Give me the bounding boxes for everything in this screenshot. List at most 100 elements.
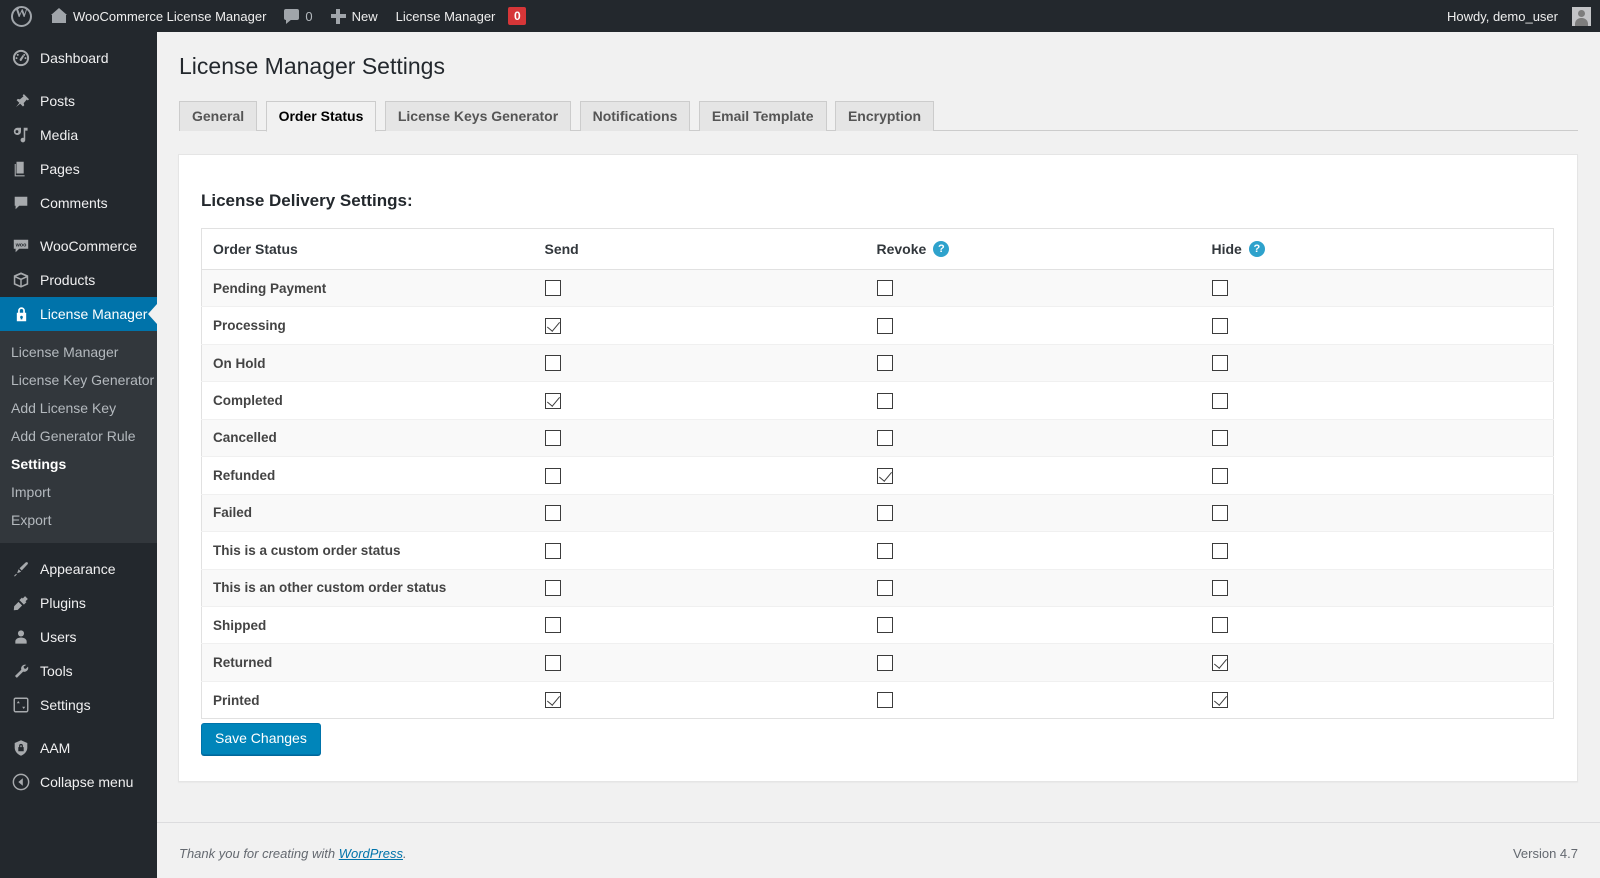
tools-wrench-icon bbox=[11, 662, 31, 680]
pages-icon bbox=[11, 160, 31, 178]
wordpress-logo-menu[interactable] bbox=[0, 0, 42, 32]
sidebar-item-plugins[interactable]: Plugins bbox=[0, 586, 157, 620]
hide-checkbox[interactable] bbox=[1211, 579, 1228, 596]
tab-general[interactable]: General bbox=[179, 100, 258, 131]
sidebar-item-dashboard[interactable]: Dashboard bbox=[0, 41, 157, 75]
table-row: Completed bbox=[201, 381, 1554, 420]
site-name-menu[interactable]: WooCommerce License Manager bbox=[42, 0, 275, 32]
revoke-checkbox[interactable] bbox=[876, 467, 893, 484]
tab-license-keys-generator[interactable]: License Keys Generator bbox=[384, 100, 572, 131]
table-row: This is a custom order status bbox=[201, 531, 1554, 569]
footer-thanks-prefix: Thank you for creating with bbox=[179, 846, 339, 861]
hide-cell bbox=[1200, 680, 1554, 719]
hide-checkbox[interactable] bbox=[1211, 317, 1228, 334]
revoke-checkbox[interactable] bbox=[876, 505, 893, 522]
revoke-checkbox[interactable] bbox=[876, 317, 893, 334]
send-checkbox[interactable] bbox=[544, 654, 561, 671]
sidebar-item-label: AAM bbox=[40, 739, 71, 756]
send-checkbox[interactable] bbox=[544, 617, 561, 634]
table-header-row: Order Status Send Revoke ? Hide ? bbox=[201, 228, 1554, 270]
plugins-plug-icon bbox=[11, 594, 31, 612]
submenu-item-import[interactable]: Import bbox=[0, 478, 157, 506]
revoke-checkbox[interactable] bbox=[876, 355, 893, 372]
hide-checkbox[interactable] bbox=[1211, 654, 1228, 671]
hide-checkbox[interactable] bbox=[1211, 280, 1228, 297]
send-checkbox[interactable] bbox=[544, 392, 561, 409]
sidebar-item-license-manager[interactable]: License Manager bbox=[0, 297, 157, 331]
sidebar-item-tools[interactable]: Tools bbox=[0, 654, 157, 688]
menu-separator-3 bbox=[0, 543, 157, 552]
revoke-checkbox[interactable] bbox=[876, 617, 893, 634]
menu-spacer-top bbox=[0, 32, 157, 41]
send-cell bbox=[533, 418, 866, 457]
sidebar-item-users[interactable]: Users bbox=[0, 620, 157, 654]
submenu-item-license-key-generator[interactable]: License Key Generator bbox=[0, 366, 157, 394]
new-content-menu[interactable]: New bbox=[322, 0, 387, 32]
sidebar-item-comments[interactable]: Comments bbox=[0, 186, 157, 220]
sidebar-item-products[interactable]: Products bbox=[0, 263, 157, 297]
hide-checkbox[interactable] bbox=[1211, 355, 1228, 372]
tab-email-template[interactable]: Email Template bbox=[698, 100, 827, 131]
send-checkbox[interactable] bbox=[544, 355, 561, 372]
tab-notifications[interactable]: Notifications bbox=[579, 100, 691, 131]
sidebar-item-woocommerce[interactable]: woo WooCommerce bbox=[0, 229, 157, 263]
hide-checkbox[interactable] bbox=[1211, 692, 1228, 709]
sidebar-item-media[interactable]: Media bbox=[0, 118, 157, 152]
submenu-item-license-manager[interactable]: License Manager bbox=[0, 338, 157, 366]
my-account-menu[interactable]: Howdy, demo_user bbox=[1438, 0, 1600, 32]
admin-bar: WooCommerce License Manager 0 New Licens… bbox=[0, 0, 1600, 32]
hide-checkbox[interactable] bbox=[1211, 430, 1228, 447]
comments-bubble-menu[interactable]: 0 bbox=[275, 0, 321, 32]
send-checkbox[interactable] bbox=[544, 542, 561, 559]
order-status-cell: Pending Payment bbox=[201, 268, 534, 307]
hide-checkbox[interactable] bbox=[1211, 467, 1228, 484]
revoke-checkbox[interactable] bbox=[876, 430, 893, 447]
revoke-checkbox[interactable] bbox=[876, 654, 893, 671]
send-checkbox[interactable] bbox=[544, 505, 561, 522]
hide-cell bbox=[1200, 605, 1554, 644]
hide-checkbox[interactable] bbox=[1211, 542, 1228, 559]
tab-order-status[interactable]: Order Status bbox=[265, 100, 377, 132]
hide-cell bbox=[1200, 531, 1554, 569]
footer-thanks: Thank you for creating with WordPress. bbox=[179, 846, 407, 861]
revoke-checkbox[interactable] bbox=[876, 542, 893, 559]
send-checkbox[interactable] bbox=[544, 280, 561, 297]
license-manager-adminbar-menu[interactable]: License Manager 0 bbox=[387, 0, 536, 32]
save-changes-button[interactable]: Save Changes bbox=[201, 723, 321, 755]
sidebar-item-aam[interactable]: AAM bbox=[0, 731, 157, 765]
send-checkbox[interactable] bbox=[544, 692, 561, 709]
hide-checkbox[interactable] bbox=[1211, 505, 1228, 522]
table-row: Pending Payment bbox=[201, 268, 1554, 307]
sidebar-item-posts[interactable]: Posts bbox=[0, 84, 157, 118]
submenu-item-export[interactable]: Export bbox=[0, 506, 157, 534]
hide-help-icon[interactable]: ? bbox=[1248, 241, 1265, 257]
send-checkbox[interactable] bbox=[544, 467, 561, 484]
send-checkbox[interactable] bbox=[544, 579, 561, 596]
submenu-item-add-generator-rule[interactable]: Add Generator Rule bbox=[0, 422, 157, 450]
send-checkbox[interactable] bbox=[544, 317, 561, 334]
hide-checkbox[interactable] bbox=[1211, 392, 1228, 409]
submenu-item-settings[interactable]: Settings bbox=[0, 450, 157, 478]
collapse-arrow-icon bbox=[11, 773, 31, 791]
hide-checkbox[interactable] bbox=[1211, 617, 1228, 634]
tab-encryption[interactable]: Encryption bbox=[834, 100, 935, 131]
submenu-item-add-license-key[interactable]: Add License Key bbox=[0, 394, 157, 422]
sidebar-item-appearance[interactable]: Appearance bbox=[0, 552, 157, 586]
sidebar-item-pages[interactable]: Pages bbox=[0, 152, 157, 186]
collapse-menu-button[interactable]: Collapse menu bbox=[0, 765, 157, 799]
wordpress-link[interactable]: WordPress bbox=[339, 846, 403, 861]
sidebar-item-settings[interactable]: Settings bbox=[0, 688, 157, 722]
table-row: Failed bbox=[201, 493, 1554, 532]
revoke-checkbox[interactable] bbox=[876, 692, 893, 709]
table-body: Pending Payment Processing On Hold Complete… bbox=[201, 268, 1554, 719]
column-header-order-status: Order Status bbox=[201, 228, 534, 270]
column-header-hide: Hide ? bbox=[1200, 228, 1554, 270]
revoke-checkbox[interactable] bbox=[876, 579, 893, 596]
column-header-label: Revoke bbox=[876, 241, 927, 257]
revoke-cell bbox=[865, 605, 1201, 644]
column-header-label: Hide bbox=[1211, 241, 1242, 257]
revoke-help-icon[interactable]: ? bbox=[933, 241, 950, 257]
revoke-checkbox[interactable] bbox=[876, 392, 893, 409]
revoke-checkbox[interactable] bbox=[876, 280, 893, 297]
send-checkbox[interactable] bbox=[544, 430, 561, 447]
